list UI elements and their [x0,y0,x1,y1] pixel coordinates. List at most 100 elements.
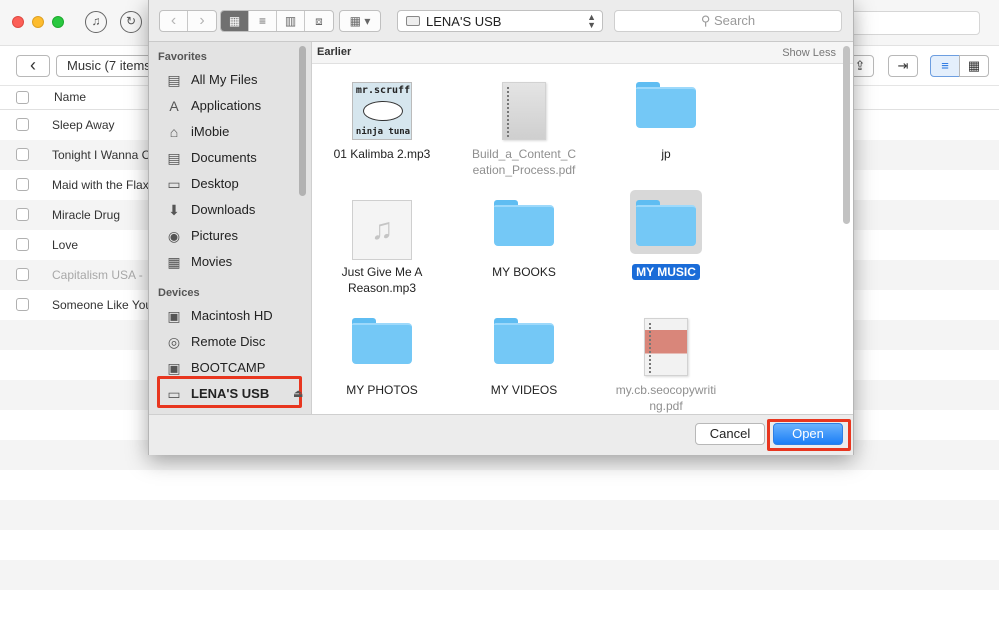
sidebar-item-label: Remote Disc [191,334,266,349]
camera-icon: ◉ [167,228,181,244]
usb-drive-icon: ▭ [167,386,181,402]
select-all-checkbox[interactable] [16,91,29,104]
hard-drive-icon: ▣ [167,360,181,376]
table-row [0,500,999,530]
sidebar-item-macintosh-hd[interactable]: ▣ Macintosh HD [163,304,303,328]
file-item-build-a-content-c-eation-process-pdf[interactable]: Build_a_Content_C eation_Process.pdf [464,82,584,192]
row-checkbox[interactable] [16,178,29,191]
disc-icon: ◎ [167,334,181,350]
table-row [0,470,999,500]
cancel-button[interactable]: Cancel [695,423,765,445]
column-view-icon[interactable]: ▥ [277,11,305,31]
home-icon: ⌂ [169,124,179,140]
song-title: Sleep Away [52,118,115,132]
sidebar-item-imobie[interactable]: ⌂ iMobie [163,120,303,144]
file-item-my-cb-seocopywriti-ng-pdf[interactable]: my.cb.seocopywriti ng.pdf [606,318,726,414]
row-checkbox[interactable] [16,298,29,311]
table-row [0,590,999,620]
album-art-text-bottom: ninja tuna [355,127,411,137]
sidebar-item-applications[interactable]: A Applications [163,94,303,118]
list-view-icon[interactable]: ≡ [249,11,277,31]
album-art-text-top: mr.scruff [355,85,411,96]
folder-icon [352,318,412,364]
forward-icon[interactable]: › [188,11,216,31]
close-window-button[interactable] [12,16,24,28]
file-item-jp[interactable]: jp [606,82,726,192]
open-button[interactable]: Open [773,423,843,445]
grid-view-icon[interactable]: ▦ [959,55,989,77]
sidebar-item-label: Macintosh HD [191,308,273,323]
back-icon[interactable]: ‹ [160,11,188,31]
documents-icon: ▤ [167,150,181,166]
location-value: LENA'S USB [426,14,502,29]
sidebar-item-pictures[interactable]: ◉ Pictures [163,224,303,248]
row-checkbox[interactable] [16,268,29,281]
sidebar-item-label: Downloads [191,202,256,217]
sidebar-item-label: Pictures [191,228,238,243]
dialog-sidebar: Favorites Devices ▤ All My Files A Applicat… [149,42,311,414]
song-title: Capitalism USA - [52,268,143,282]
search-icon: ⚲ [700,13,711,28]
search-input[interactable]: ⚲ Search [614,10,842,32]
file-name: Just Give Me A Reason.mp3 [322,264,442,296]
content-scrollbar[interactable] [843,46,850,224]
open-file-dialog: ‹ › ▦ ≡ ▥ ⧈ ▦ ▾ LENA'S USB ▲ ▼ ⚲ Search F… [148,0,854,455]
usb-drive-icon [406,16,420,26]
favorites-heading: Favorites [158,51,207,63]
folder-icon [494,318,554,364]
minimize-window-button[interactable] [32,16,44,28]
file-name: Build_a_Content_C eation_Process.pdf [464,146,584,178]
applications-icon: A [169,98,179,114]
song-title: Love [52,238,79,252]
song-title: Miracle Drug [52,208,121,222]
icon-view-icon[interactable]: ▦ [221,11,249,31]
list-view-icon[interactable]: ≡ [930,55,960,77]
file-item-my-music[interactable]: MY MUSIC [606,190,726,310]
row-checkbox[interactable] [16,148,29,161]
navigation-buttons: ‹ › [159,10,217,32]
sync-icon[interactable]: ↻ [120,11,142,33]
file-name-text: MY MUSIC [632,264,700,280]
app-search-input[interactable] [850,11,980,35]
sidebar-item-lena-s-usb[interactable]: ▭ LENA'S USB ⏏ [163,382,303,406]
sidebar-item-desktop[interactable]: ▭ Desktop [163,172,303,196]
eject-icon[interactable]: ⏏ [293,387,303,400]
sidebar-item-bootcamp[interactable]: ▣ BOOTCAMP [163,356,303,380]
arrange-menu: ▦ ▾ [339,10,381,32]
import-button[interactable]: ⇥ [888,55,918,77]
section-header: Earlier Show Less [312,42,853,64]
sidebar-item-downloads[interactable]: ⬇ Downloads [163,198,303,222]
sidebar-item-label: iMobie [191,124,230,139]
sidebar-item-label: LENA'S USB [191,386,270,401]
song-title: Maid with the Flax [52,178,149,192]
file-item-my-photos[interactable]: MY PHOTOS [322,318,442,414]
location-select[interactable]: LENA'S USB ▲ ▼ [397,10,603,32]
back-button[interactable]: ‹ [16,55,50,77]
search-placeholder: Search [713,13,756,28]
file-item-01-kalimba-2-mp3[interactable]: mr.scruff ninja tuna 01 Kalimba 2.mp3 [322,82,442,192]
coverflow-view-icon[interactable]: ⧈ [305,11,333,31]
file-item-my-videos[interactable]: MY VIDEOS [464,318,584,414]
file-name: MY BOOKS [464,264,584,280]
file-name: my.cb.seocopywriti ng.pdf [606,382,726,414]
sidebar-item-label: Desktop [191,176,239,191]
file-item-my-books[interactable]: MY BOOKS [464,200,584,310]
row-checkbox[interactable] [16,238,29,251]
sidebar-item-documents[interactable]: ▤ Documents [163,146,303,170]
desktop-icon: ▭ [167,176,181,192]
file-item-just-give-me-a-reason-mp3[interactable]: ♫ Just Give Me A Reason.mp3 [322,200,442,310]
row-checkbox[interactable] [16,208,29,221]
column-header-name[interactable]: Name [54,90,86,104]
chevron-updown-icon: ▲ ▼ [587,12,596,30]
table-row [0,560,999,590]
arrange-icon[interactable]: ▦ ▾ [340,11,380,31]
sidebar-item-remote-disc[interactable]: ◎ Remote Disc [163,330,303,354]
music-icon[interactable]: ♫ [85,11,107,33]
row-checkbox[interactable] [16,118,29,131]
folder-icon [636,82,696,128]
album-art-icon: mr.scruff ninja tuna [352,82,412,140]
zoom-window-button[interactable] [52,16,64,28]
sidebar-item-all-my-files[interactable]: ▤ All My Files [163,68,303,92]
show-less-link[interactable]: Show Less [782,47,836,59]
sidebar-item-movies[interactable]: ▦ Movies [163,250,303,274]
